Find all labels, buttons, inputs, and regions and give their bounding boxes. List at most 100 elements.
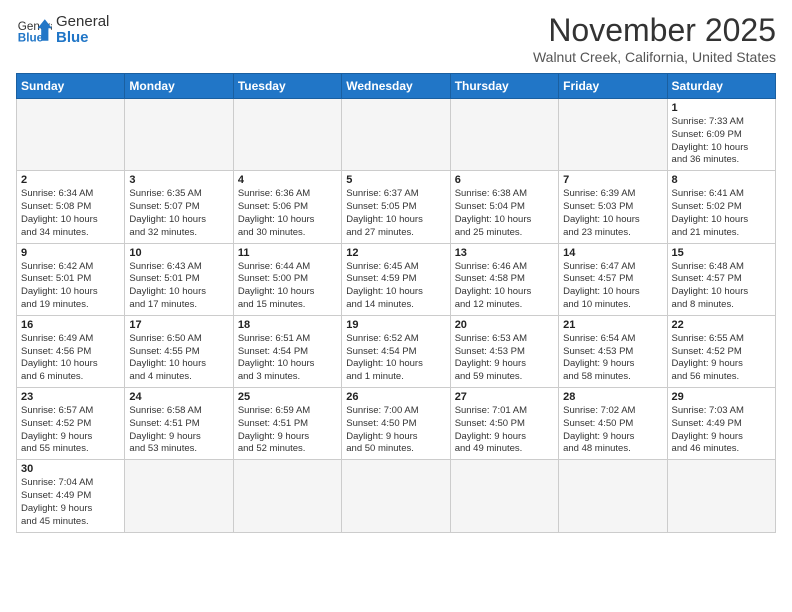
- calendar-day-cell: 8 Sunrise: 6:41 AM Sunset: 5:02 PM Daylig…: [667, 171, 775, 243]
- day-info: Sunrise: 7:33 AM Sunset: 6:09 PM Dayligh…: [672, 116, 771, 167]
- day-number: 7: [563, 174, 662, 186]
- day-number: 22: [672, 319, 771, 331]
- calendar-day-cell: 12Sunrise: 6:45 AM Sunset: 4:59 PM Dayli…: [342, 243, 450, 315]
- day-number: 29: [672, 391, 771, 403]
- day-info: Sunrise: 6:55 AM Sunset: 4:52 PM Dayligh…: [672, 333, 771, 384]
- calendar-day-cell: 26 Sunrise: 7:00 AM Sunset: 4:50 PM Dayli…: [342, 388, 450, 460]
- day-number: 20: [455, 319, 554, 331]
- calendar-week-row: 23 Sunrise: 6:57 AM Sunset: 4:52 PM Dayli…: [17, 388, 776, 460]
- day-info: Sunrise: 6:54 AM Sunset: 4:53 PM Dayligh…: [563, 333, 662, 384]
- day-number: 13: [455, 247, 554, 259]
- day-number: 3: [129, 174, 228, 186]
- calendar-weekday-saturday: Saturday: [667, 74, 775, 99]
- day-info: Sunrise: 6:42 AM Sunset: 5:01 PM Dayligh…: [21, 261, 120, 312]
- day-info: Sunrise: 7:03 AM Sunset: 4:49 PM Dayligh…: [672, 405, 771, 456]
- calendar-day-cell: 9 Sunrise: 6:42 AM Sunset: 5:01 PM Daylig…: [17, 243, 125, 315]
- day-number: 23: [21, 391, 120, 403]
- day-number: 18: [238, 319, 337, 331]
- day-info: Sunrise: 6:36 AM Sunset: 5:06 PM Dayligh…: [238, 188, 337, 239]
- day-info: Sunrise: 6:50 AM Sunset: 4:55 PM Dayligh…: [129, 333, 228, 384]
- day-number: 11: [238, 247, 337, 259]
- day-number: 15: [672, 247, 771, 259]
- day-info: Sunrise: 6:51 AM Sunset: 4:54 PM Dayligh…: [238, 333, 337, 384]
- day-number: 1: [672, 102, 771, 114]
- day-info: Sunrise: 6:37 AM Sunset: 5:05 PM Dayligh…: [346, 188, 445, 239]
- day-number: 30: [21, 463, 120, 475]
- day-number: 25: [238, 391, 337, 403]
- day-info: Sunrise: 6:39 AM Sunset: 5:03 PM Dayligh…: [563, 188, 662, 239]
- calendar-day-cell: 15 Sunrise: 6:48 AM Sunset: 4:57 PM Dayli…: [667, 243, 775, 315]
- day-info: Sunrise: 6:57 AM Sunset: 4:52 PM Dayligh…: [21, 405, 120, 456]
- calendar-day-cell: [342, 99, 450, 171]
- day-number: 24: [129, 391, 228, 403]
- calendar-day-cell: 30 Sunrise: 7:04 AM Sunset: 4:49 PM Dayli…: [17, 460, 125, 532]
- calendar-day-cell: 21 Sunrise: 6:54 AM Sunset: 4:53 PM Dayli…: [559, 315, 667, 387]
- day-number: 14: [563, 247, 662, 259]
- calendar-header-row: SundayMondayTuesdayWednesdayThursdayFrid…: [17, 74, 776, 99]
- calendar-day-cell: 3 Sunrise: 6:35 AM Sunset: 5:07 PM Daylig…: [125, 171, 233, 243]
- calendar-weekday-friday: Friday: [559, 74, 667, 99]
- day-info: Sunrise: 6:47 AM Sunset: 4:57 PM Dayligh…: [563, 261, 662, 312]
- calendar-day-cell: 2Sunrise: 6:34 AM Sunset: 5:08 PM Daylig…: [17, 171, 125, 243]
- calendar-day-cell: [233, 99, 341, 171]
- day-info: Sunrise: 7:01 AM Sunset: 4:50 PM Dayligh…: [455, 405, 554, 456]
- calendar-day-cell: 16 Sunrise: 6:49 AM Sunset: 4:56 PM Dayli…: [17, 315, 125, 387]
- calendar-day-cell: 22 Sunrise: 6:55 AM Sunset: 4:52 PM Dayli…: [667, 315, 775, 387]
- calendar-day-cell: 25 Sunrise: 6:59 AM Sunset: 4:51 PM Dayli…: [233, 388, 341, 460]
- day-info: Sunrise: 6:49 AM Sunset: 4:56 PM Dayligh…: [21, 333, 120, 384]
- day-number: 17: [129, 319, 228, 331]
- calendar-weekday-thursday: Thursday: [450, 74, 558, 99]
- day-number: 12: [346, 247, 445, 259]
- day-info: Sunrise: 6:34 AM Sunset: 5:08 PM Dayligh…: [21, 188, 120, 239]
- calendar-day-cell: [125, 99, 233, 171]
- location-title: Walnut Creek, California, United States: [533, 49, 776, 65]
- day-number: 6: [455, 174, 554, 186]
- day-number: 19: [346, 319, 445, 331]
- calendar-weekday-wednesday: Wednesday: [342, 74, 450, 99]
- day-info: Sunrise: 6:35 AM Sunset: 5:07 PM Dayligh…: [129, 188, 228, 239]
- day-info: Sunrise: 6:48 AM Sunset: 4:57 PM Dayligh…: [672, 261, 771, 312]
- header-area: General Blue General Blue November 2025 …: [16, 12, 776, 65]
- calendar-day-cell: [559, 99, 667, 171]
- calendar-day-cell: [667, 460, 775, 532]
- calendar-day-cell: 24 Sunrise: 6:58 AM Sunset: 4:51 PM Dayli…: [125, 388, 233, 460]
- calendar-day-cell: 14 Sunrise: 6:47 AM Sunset: 4:57 PM Dayli…: [559, 243, 667, 315]
- title-area: November 2025 Walnut Creek, California, …: [533, 12, 776, 65]
- day-number: 27: [455, 391, 554, 403]
- day-number: 4: [238, 174, 337, 186]
- calendar-day-cell: [233, 460, 341, 532]
- day-info: Sunrise: 6:44 AM Sunset: 5:00 PM Dayligh…: [238, 261, 337, 312]
- day-info: Sunrise: 6:53 AM Sunset: 4:53 PM Dayligh…: [455, 333, 554, 384]
- day-info: Sunrise: 7:04 AM Sunset: 4:49 PM Dayligh…: [21, 477, 120, 528]
- calendar-day-cell: 1 Sunrise: 7:33 AM Sunset: 6:09 PM Daylig…: [667, 99, 775, 171]
- calendar-day-cell: [17, 99, 125, 171]
- calendar-day-cell: [125, 460, 233, 532]
- day-info: Sunrise: 6:52 AM Sunset: 4:54 PM Dayligh…: [346, 333, 445, 384]
- logo-wordmark: General Blue: [56, 14, 109, 47]
- day-info: Sunrise: 6:41 AM Sunset: 5:02 PM Dayligh…: [672, 188, 771, 239]
- calendar-day-cell: 11 Sunrise: 6:44 AM Sunset: 5:00 PM Dayli…: [233, 243, 341, 315]
- day-number: 26: [346, 391, 445, 403]
- calendar-table: SundayMondayTuesdayWednesdayThursdayFrid…: [16, 73, 776, 533]
- day-info: Sunrise: 6:46 AM Sunset: 4:58 PM Dayligh…: [455, 261, 554, 312]
- day-number: 9: [21, 247, 120, 259]
- day-info: Sunrise: 6:58 AM Sunset: 4:51 PM Dayligh…: [129, 405, 228, 456]
- calendar-day-cell: 5Sunrise: 6:37 AM Sunset: 5:05 PM Daylig…: [342, 171, 450, 243]
- calendar-day-cell: 20 Sunrise: 6:53 AM Sunset: 4:53 PM Dayli…: [450, 315, 558, 387]
- day-info: Sunrise: 6:59 AM Sunset: 4:51 PM Dayligh…: [238, 405, 337, 456]
- calendar-day-cell: [450, 460, 558, 532]
- calendar-day-cell: [559, 460, 667, 532]
- calendar-weekday-monday: Monday: [125, 74, 233, 99]
- day-number: 21: [563, 319, 662, 331]
- svg-text:Blue: Blue: [18, 32, 44, 45]
- day-number: 16: [21, 319, 120, 331]
- day-number: 8: [672, 174, 771, 186]
- day-info: Sunrise: 7:00 AM Sunset: 4:50 PM Dayligh…: [346, 405, 445, 456]
- calendar-weekday-tuesday: Tuesday: [233, 74, 341, 99]
- calendar-day-cell: 6Sunrise: 6:38 AM Sunset: 5:04 PM Daylig…: [450, 171, 558, 243]
- logo-icon: General Blue: [16, 12, 52, 48]
- calendar-week-row: 30 Sunrise: 7:04 AM Sunset: 4:49 PM Dayli…: [17, 460, 776, 532]
- day-number: 10: [129, 247, 228, 259]
- calendar-day-cell: 13 Sunrise: 6:46 AM Sunset: 4:58 PM Dayli…: [450, 243, 558, 315]
- calendar-week-row: 2Sunrise: 6:34 AM Sunset: 5:08 PM Daylig…: [17, 171, 776, 243]
